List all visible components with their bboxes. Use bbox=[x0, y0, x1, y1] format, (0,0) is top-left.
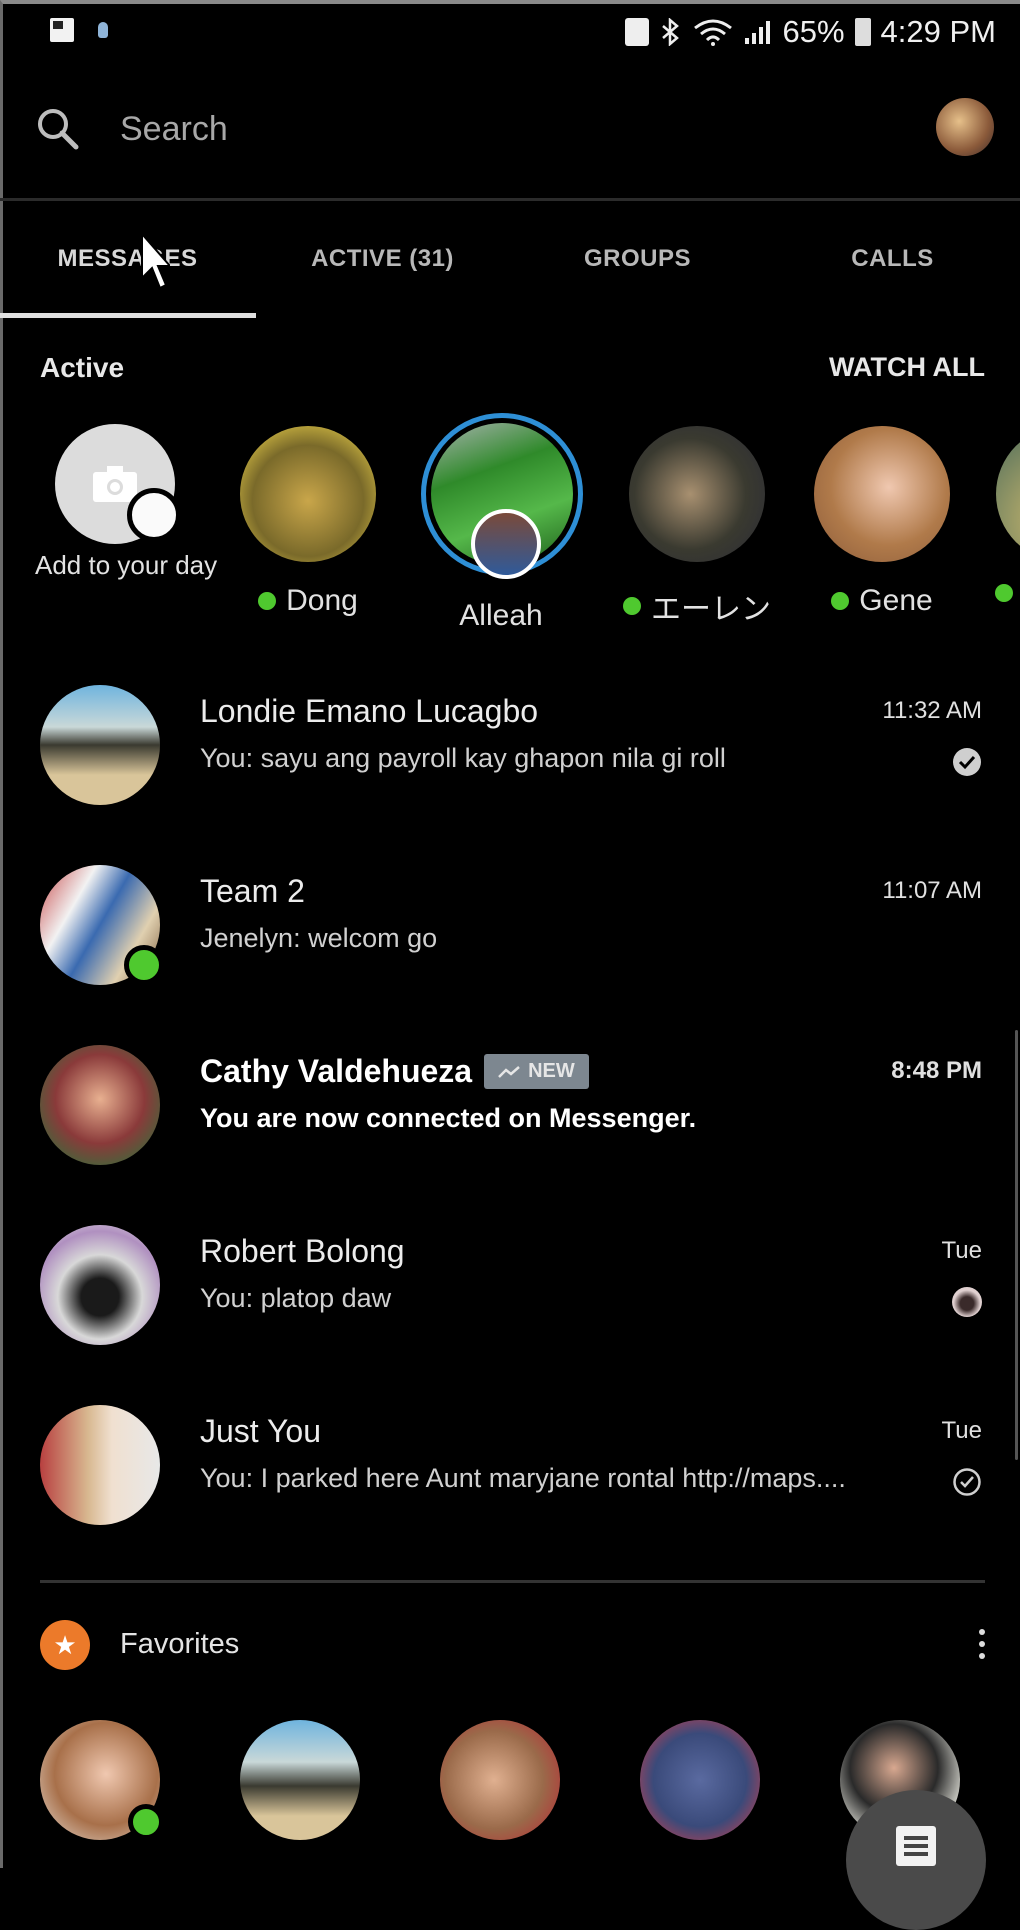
story-item[interactable]: Alleah bbox=[421, 413, 583, 633]
contact-avatar bbox=[40, 1225, 160, 1345]
online-indicator bbox=[128, 1804, 164, 1840]
messenger-bolt-icon bbox=[498, 1065, 520, 1078]
story-avatar bbox=[996, 426, 1020, 562]
status-bar: 65% 4:29 PM bbox=[0, 4, 1020, 60]
story-avatar bbox=[814, 426, 950, 562]
message-snippet: You: sayu ang payroll kay ghapon nila gi… bbox=[200, 743, 726, 773]
conversation-row[interactable]: Just You You: I parked here Aunt maryjan… bbox=[0, 1395, 1020, 1545]
add-badge-icon bbox=[127, 488, 181, 542]
favorites-star-icon: ★ bbox=[40, 1620, 90, 1670]
story-item[interactable] bbox=[990, 420, 1020, 602]
message-time: 11:07 AM bbox=[882, 877, 982, 904]
contact-name: Just You bbox=[200, 1413, 321, 1449]
story-name: Gene bbox=[859, 584, 933, 617]
add-to-day-story[interactable]: Add to your day bbox=[35, 420, 218, 582]
tab-calls[interactable]: CALLS bbox=[765, 200, 1020, 318]
contact-name: Team 2 bbox=[200, 873, 305, 909]
online-indicator bbox=[124, 945, 164, 985]
story-ring bbox=[431, 423, 573, 579]
story-name: Dong bbox=[286, 584, 358, 617]
delivered-check-icon bbox=[953, 748, 981, 776]
search-icon[interactable] bbox=[34, 105, 80, 151]
message-snippet: Jenelyn: welcom go bbox=[200, 923, 438, 953]
more-options-icon[interactable] bbox=[978, 1628, 986, 1660]
message-time: Tue bbox=[941, 1417, 982, 1444]
new-badge: NEW bbox=[484, 1054, 589, 1089]
favorite-avatar[interactable] bbox=[640, 1720, 760, 1840]
story-item[interactable]: Gene bbox=[802, 420, 962, 618]
new-badge-label: NEW bbox=[528, 1060, 575, 1082]
compose-icon bbox=[896, 1826, 936, 1866]
scrollbar[interactable] bbox=[1015, 1030, 1018, 1460]
tab-active[interactable]: ACTIVE (31) bbox=[255, 200, 510, 318]
wifi-icon bbox=[693, 19, 732, 46]
active-section-title: Active bbox=[40, 352, 125, 383]
story-item[interactable]: Dong bbox=[228, 420, 388, 618]
story-name: Alleah bbox=[459, 599, 543, 632]
image-notification-icon bbox=[50, 18, 74, 42]
active-stories-row: Add to your day Dong Alleah エーレン Gene bbox=[0, 413, 1020, 640]
message-time: Tue bbox=[941, 1237, 982, 1264]
story-avatar bbox=[240, 426, 376, 562]
search-input[interactable] bbox=[118, 100, 722, 158]
contact-avatar bbox=[40, 1405, 160, 1525]
battery-percent: 65% bbox=[782, 14, 845, 49]
battery-icon bbox=[854, 18, 871, 46]
story-name: Add to your day bbox=[35, 550, 218, 580]
conversation-row[interactable]: Robert Bolong You: platop daw Tue bbox=[0, 1215, 1020, 1365]
story-name: エーレン bbox=[651, 593, 771, 626]
story-avatar bbox=[421, 413, 583, 579]
favorite-avatar[interactable] bbox=[440, 1720, 560, 1840]
story-preview-avatar bbox=[471, 509, 541, 579]
tab-messages[interactable]: MESSAGES bbox=[0, 200, 255, 318]
add-story-avatar[interactable] bbox=[55, 424, 181, 544]
seen-avatar-icon bbox=[952, 1287, 982, 1317]
favorite-avatar[interactable] bbox=[240, 1720, 360, 1840]
bluetooth-off-icon bbox=[661, 18, 679, 46]
profile-avatar[interactable] bbox=[936, 98, 994, 156]
online-indicator bbox=[831, 592, 850, 610]
location-pin-icon bbox=[98, 22, 108, 38]
sent-check-icon bbox=[953, 1468, 981, 1496]
contact-avatar bbox=[40, 685, 160, 805]
conversation-row[interactable]: Cathy Valdehueza NEW You are now connect… bbox=[0, 1035, 1020, 1185]
favorites-title: Favorites bbox=[120, 1628, 240, 1660]
online-indicator bbox=[258, 592, 277, 610]
conversation-row[interactable]: Londie Emano Lucagbo You: sayu ang payro… bbox=[0, 675, 1020, 825]
section-divider bbox=[40, 1580, 985, 1583]
message-snippet: You: platop daw bbox=[200, 1283, 392, 1313]
contact-name: Londie Emano Lucagbo bbox=[200, 693, 539, 729]
clock: 4:29 PM bbox=[880, 14, 996, 49]
watch-all-button[interactable]: WATCH ALL bbox=[829, 352, 985, 383]
compose-button[interactable] bbox=[846, 1790, 986, 1930]
message-snippet: You are now connected on Messenger. bbox=[200, 1103, 697, 1133]
contact-name: Cathy Valdehueza bbox=[200, 1053, 473, 1089]
camera-icon bbox=[93, 466, 137, 502]
lock-icon bbox=[624, 18, 649, 46]
signal-icon bbox=[744, 21, 770, 44]
favorite-avatar[interactable] bbox=[40, 1720, 164, 1840]
message-time: 11:32 AM bbox=[882, 697, 982, 724]
message-snippet: You: I parked here Aunt maryjane rontal … bbox=[200, 1463, 846, 1493]
contact-name: Robert Bolong bbox=[200, 1233, 405, 1269]
story-avatar bbox=[629, 426, 765, 562]
search-bar bbox=[0, 60, 1020, 201]
message-time: 8:48 PM bbox=[891, 1057, 982, 1084]
mouse-cursor-icon bbox=[141, 232, 170, 290]
story-item[interactable]: エーレン bbox=[617, 420, 777, 628]
contact-name-row: Cathy Valdehueza NEW bbox=[200, 1053, 589, 1090]
online-indicator bbox=[623, 597, 641, 615]
online-indicator bbox=[995, 584, 1013, 602]
contact-avatar bbox=[40, 1045, 160, 1165]
conversation-row[interactable]: Team 2 Jenelyn: welcom go 11:07 AM bbox=[0, 855, 1020, 1005]
contact-avatar bbox=[40, 865, 164, 985]
tab-groups[interactable]: GROUPS bbox=[510, 200, 765, 318]
active-tab-indicator bbox=[0, 313, 256, 318]
